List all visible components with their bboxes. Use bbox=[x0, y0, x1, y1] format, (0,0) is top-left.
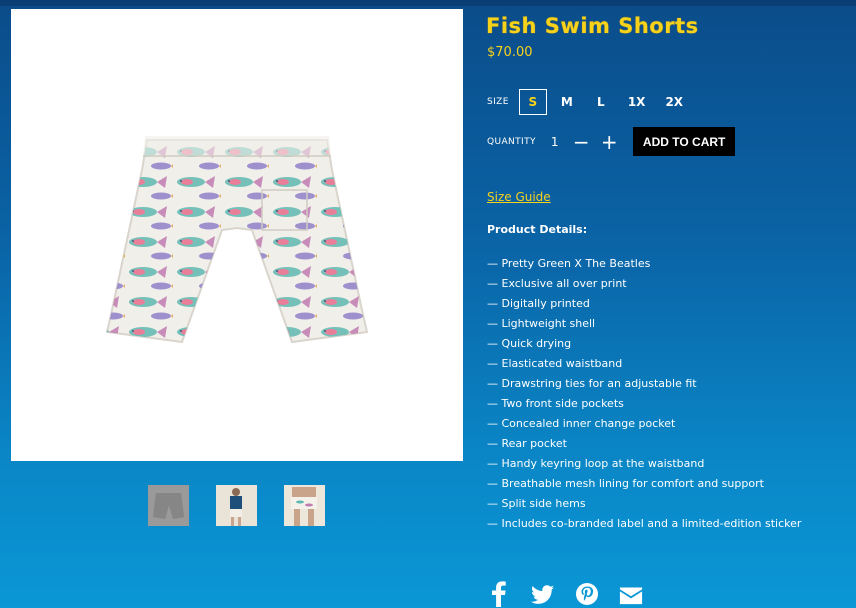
detail-item: — Split side hems bbox=[487, 497, 586, 510]
detail-item: — Handy keyring loop at the waistband bbox=[487, 457, 705, 470]
size-label: SIZE bbox=[487, 97, 509, 107]
twitter-icon[interactable] bbox=[531, 581, 555, 607]
detail-item: — Breathable mesh lining for comfort and… bbox=[487, 477, 764, 490]
thumbnail-2[interactable] bbox=[216, 485, 257, 526]
quantity-increment-button[interactable]: + bbox=[601, 132, 618, 152]
share-bar bbox=[487, 581, 643, 607]
add-to-cart-button[interactable]: ADD TO CART bbox=[632, 127, 736, 156]
size-selector: SIZE S M L 1X 2X bbox=[487, 89, 696, 115]
quantity-row: QUANTITY 1 − + ADD TO CART bbox=[487, 127, 736, 156]
size-option-1x[interactable]: 1X bbox=[621, 89, 653, 115]
detail-item: — Exclusive all over print bbox=[487, 277, 627, 290]
thumbnail-1[interactable] bbox=[148, 485, 189, 526]
thumbnail-3[interactable] bbox=[284, 485, 325, 526]
product-price: $70.00 bbox=[487, 45, 533, 60]
quantity-value[interactable]: 1 bbox=[551, 135, 561, 149]
detail-item: — Includes co-branded label and a limite… bbox=[487, 517, 802, 530]
swim-shorts-illustration bbox=[105, 136, 369, 344]
detail-item: — Quick drying bbox=[487, 337, 572, 350]
quantity-label: QUANTITY bbox=[487, 136, 536, 147]
size-guide-link[interactable]: Size Guide bbox=[487, 190, 551, 204]
size-option-l[interactable]: L bbox=[587, 89, 615, 115]
size-options: S M L 1X 2X bbox=[518, 89, 696, 115]
thumbnail-strip bbox=[148, 485, 325, 526]
detail-item: — Rear pocket bbox=[487, 437, 567, 450]
top-bar bbox=[0, 0, 856, 6]
product-main-image[interactable] bbox=[11, 9, 463, 461]
detail-item: — Digitally printed bbox=[487, 297, 590, 310]
detail-item: — Pretty Green X The Beatles bbox=[487, 257, 651, 270]
product-details-list: — Pretty Green X The Beatles — Exclusive… bbox=[487, 254, 801, 534]
detail-item: — Two front side pockets bbox=[487, 397, 624, 410]
facebook-icon[interactable] bbox=[487, 581, 511, 607]
email-icon[interactable] bbox=[619, 581, 643, 607]
product-title: Fish Swim Shorts bbox=[486, 14, 699, 38]
quantity-decrement-button[interactable]: − bbox=[573, 132, 590, 152]
detail-item: — Lightweight shell bbox=[487, 317, 596, 330]
size-option-2x[interactable]: 2X bbox=[658, 89, 690, 115]
pinterest-icon[interactable] bbox=[575, 581, 599, 607]
detail-item: — Drawstring ties for an adjustable fit bbox=[487, 377, 697, 390]
detail-item: — Elasticated waistband bbox=[487, 357, 623, 370]
size-option-s[interactable]: S bbox=[518, 89, 547, 115]
product-details-title: Product Details: bbox=[487, 223, 588, 236]
size-option-m[interactable]: M bbox=[553, 89, 581, 115]
detail-item: — Concealed inner change pocket bbox=[487, 417, 676, 430]
